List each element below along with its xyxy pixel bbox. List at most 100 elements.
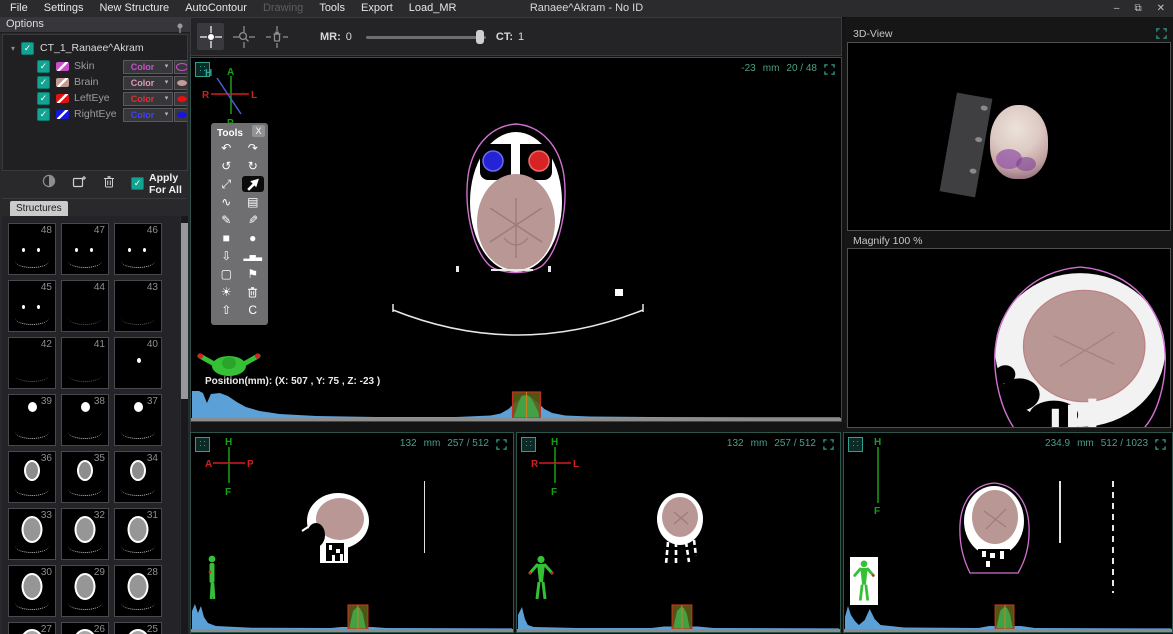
fullscreen-icon[interactable] (1155, 437, 1166, 455)
slice-thumbnail-36[interactable]: 36 (8, 451, 56, 503)
slice-thumbnail-44[interactable]: 44 (61, 280, 109, 332)
slice-thumbnail-47[interactable]: 47 (61, 223, 109, 275)
tool-cursor[interactable] (242, 176, 265, 192)
tool-flag-slice[interactable]: ⚑ (240, 265, 267, 283)
tool-redo[interactable]: ↷ (240, 139, 267, 157)
tool-fill-circle[interactable]: ● (240, 229, 267, 247)
slice-thumbnail-28[interactable]: 28 (114, 565, 162, 617)
color-dropdown-button[interactable]: Color (123, 108, 162, 122)
tool-undo-all[interactable]: ↺ (213, 157, 240, 175)
window-level-histogram[interactable] (192, 390, 840, 418)
structure-row-righteye[interactable]: RightEyeColor▾ (3, 106, 187, 122)
tool-undo[interactable]: ↶ (213, 139, 240, 157)
window-level-histogram[interactable] (518, 601, 839, 629)
root-checkbox[interactable] (21, 42, 34, 55)
slice-thumbnail-40[interactable]: 40 (114, 337, 162, 389)
menu-item-new-structure[interactable]: New Structure (91, 0, 177, 17)
thumbnail-scrollbar[interactable] (181, 216, 188, 634)
apply-for-all-checkbox[interactable] (131, 177, 144, 190)
slice-thumbnail-35[interactable]: 35 (61, 451, 109, 503)
new-structure-icon[interactable] (72, 175, 87, 193)
chevron-down-icon[interactable]: ▾ (161, 108, 173, 122)
tools-close-button[interactable]: X (252, 125, 265, 137)
menu-item-file[interactable]: File (2, 0, 36, 17)
magnify-canvas[interactable] (847, 248, 1171, 428)
tools-palette-header[interactable]: Tools X (211, 123, 268, 139)
menu-item-settings[interactable]: Settings (36, 0, 92, 17)
structure-checkbox[interactable] (37, 92, 50, 105)
slice-thumbnail-34[interactable]: 34 (114, 451, 162, 503)
color-dropdown-button[interactable]: Color (123, 76, 162, 90)
viewport-scroll-strip[interactable] (191, 418, 841, 421)
viewport-sagittal[interactable]: H A P F 132mm257 / 512 (190, 432, 514, 633)
tool-center-view[interactable]: C (240, 301, 267, 319)
expander-icon[interactable] (11, 44, 21, 53)
tool-histogram-tool[interactable]: ▂▅▃ (240, 247, 267, 265)
apply-for-all[interactable]: Apply For All (131, 172, 186, 196)
fullscreen-icon[interactable] (496, 437, 507, 455)
fullscreen-icon[interactable] (824, 62, 835, 80)
tool-interpolate-down[interactable]: ⇩ (213, 247, 240, 265)
color-swatch-button[interactable] (174, 108, 188, 122)
structure-row-lefteye[interactable]: LeftEyeColor▾ (3, 90, 187, 106)
tool-redo-all[interactable]: ↻ (240, 157, 267, 175)
structure-checkbox[interactable] (37, 108, 50, 121)
slice-thumbnail-25[interactable]: 25 (114, 622, 162, 634)
tab-structures[interactable]: Structures (10, 201, 68, 216)
slice-thumbnail-30[interactable]: 30 (8, 565, 56, 617)
structure-checkbox[interactable] (37, 76, 50, 89)
color-dropdown-button[interactable]: Color (123, 92, 162, 106)
slice-thumbnail-39[interactable]: 39 (8, 394, 56, 446)
tool-delete-contour[interactable] (240, 283, 267, 301)
slice-thumbnail-43[interactable]: 43 (114, 280, 162, 332)
structure-row-brain[interactable]: BrainColor▾ (3, 74, 187, 90)
tool-brightness[interactable]: ☀ (213, 283, 240, 301)
slider-track[interactable] (366, 36, 486, 39)
structure-row-skin[interactable]: SkinColor▾ (3, 58, 187, 74)
viewport-coronal[interactable]: H R L F 132mm257 / 512 (516, 432, 841, 633)
window-level-histogram[interactable] (192, 601, 512, 629)
view3d-canvas[interactable] (847, 42, 1171, 231)
chevron-down-icon[interactable]: ▾ (161, 92, 173, 106)
tool-push-contour[interactable]: ⇧ (213, 301, 240, 319)
slice-thumbnail-29[interactable]: 29 (61, 565, 109, 617)
window-level-histogram[interactable] (845, 601, 1171, 629)
viewport-axial[interactable]: H A R L P F -23mm20 / 48 (190, 57, 842, 422)
crosshair-delete-button[interactable] (263, 23, 290, 50)
slider-handle[interactable] (476, 30, 484, 44)
tool-fill-square[interactable]: ■ (213, 229, 240, 247)
color-dropdown-button[interactable]: Color (123, 60, 162, 74)
menu-item-autocontour[interactable]: AutoContour (177, 0, 255, 17)
layout-dice-icon[interactable] (848, 437, 863, 452)
slice-thumbnail-38[interactable]: 38 (61, 394, 109, 446)
delete-structure-icon[interactable] (103, 175, 115, 193)
color-swatch-button[interactable] (174, 76, 188, 90)
slice-thumbnail-27[interactable]: 27 (8, 622, 56, 634)
slice-thumbnail-42[interactable]: 42 (8, 337, 56, 389)
viewport-oblique[interactable]: H F 234.9mm512 / 1023 (843, 432, 1173, 633)
slice-thumbnail-32[interactable]: 32 (61, 508, 109, 560)
slice-thumbnail-45[interactable]: 45 (8, 280, 56, 332)
viewport-scroll-strip[interactable] (844, 629, 1172, 632)
fusion-slider[interactable] (366, 30, 486, 44)
slice-thumbnail-46[interactable]: 46 (114, 223, 162, 275)
structure-checkbox[interactable] (37, 60, 50, 73)
crosshair-point-button[interactable] (197, 23, 224, 50)
slice-thumbnail-26[interactable]: 26 (61, 622, 109, 634)
slice-thumbnail-37[interactable]: 37 (114, 394, 162, 446)
viewport-scroll-strip[interactable] (517, 629, 840, 632)
tools-palette[interactable]: Tools X ↶↷↺↻⤢∿▤✎✎■●⇩▂▅▃▢⚑☀⇧C (211, 123, 268, 325)
menu-item-tools[interactable]: Tools (311, 0, 353, 17)
crosshair-zoom-button[interactable] (230, 23, 257, 50)
tool-ruler[interactable]: ▤ (240, 193, 267, 211)
close-button[interactable]: ✕ (1157, 0, 1165, 17)
slice-thumbnail-48[interactable]: 48 (8, 223, 56, 275)
slice-thumbnail-33[interactable]: 33 (8, 508, 56, 560)
slice-thumbnail-41[interactable]: 41 (61, 337, 109, 389)
contrast-icon[interactable] (42, 174, 56, 193)
color-swatch-button[interactable] (174, 92, 188, 106)
color-swatch-button[interactable] (174, 60, 188, 74)
slice-thumbnail-31[interactable]: 31 (114, 508, 162, 560)
menu-item-load-mr[interactable]: Load_MR (401, 0, 465, 17)
viewport-scroll-strip[interactable] (191, 629, 513, 632)
